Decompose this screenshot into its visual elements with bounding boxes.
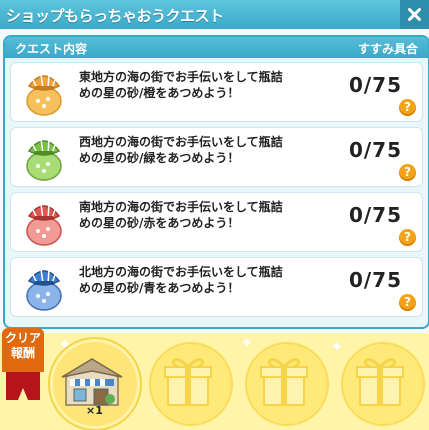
reward-label-line2: 報酬	[10, 346, 35, 360]
star-sand-bag-icon	[26, 203, 62, 246]
help-icon[interactable]: ?	[399, 164, 416, 181]
reward-label-line1: クリア	[4, 331, 41, 345]
help-icon[interactable]: ?	[399, 99, 416, 116]
quest-row: 西地方の海の街でお手伝いをして瓶詰めの星の砂/緑をあつめよう！ 0/75 ?	[10, 127, 423, 187]
gift-icon	[164, 358, 212, 406]
reward-slot-locked	[242, 339, 332, 429]
clear-reward-label: クリア 報酬	[0, 322, 46, 412]
quest-text: 東地方の海の街でお手伝いをして瓶詰めの星の砂/橙をあつめよう！	[79, 70, 283, 100]
quest-progress: 0/75	[348, 138, 402, 162]
quest-text: 北地方の海の街でお手伝いをして瓶詰めの星の砂/青をあつめよう！	[79, 265, 283, 295]
star-sand-bag-icon	[26, 138, 62, 181]
quest-text: 西地方の海の街でお手伝いをして瓶詰めの星の砂/緑をあつめよう！	[79, 135, 283, 165]
window-title: ショップもらっちゃおうクエスト	[6, 7, 224, 25]
quest-progress: 0/75	[348, 268, 402, 292]
quest-progress: 0/75	[348, 73, 402, 97]
quest-row: 北地方の海の街でお手伝いをして瓶詰めの星の砂/青をあつめよう！ 0/75 ?	[10, 257, 423, 317]
quest-progress: 0/75	[348, 203, 402, 227]
star-sand-bag-icon	[26, 73, 62, 116]
reward-quantity: ×1	[86, 404, 103, 417]
header-quest-content: クエスト内容	[15, 42, 88, 56]
header-progress: すすみ具合	[357, 42, 418, 56]
help-icon[interactable]: ?	[399, 229, 416, 246]
quest-row: 南地方の海の街でお手伝いをして瓶詰めの星の砂/赤をあつめよう！ 0/75 ?	[10, 192, 423, 252]
star-sand-bag-icon	[26, 268, 62, 311]
close-icon[interactable]	[400, 0, 429, 29]
help-icon[interactable]: ?	[399, 294, 416, 311]
quest-row: 東地方の海の街でお手伝いをして瓶詰めの星の砂/橙をあつめよう！ 0/75 ?	[10, 62, 423, 122]
quest-panel: クエスト内容 すすみ具合 東地方の海の街でお手伝いをして瓶詰めの星の砂/橙をあつ…	[3, 35, 429, 329]
gift-icon	[356, 358, 404, 406]
quest-text: 南地方の海の街でお手伝いをして瓶詰めの星の砂/赤をあつめよう！	[79, 200, 283, 230]
reward-slot-locked	[338, 339, 428, 429]
reward-slot-locked	[146, 339, 236, 429]
quest-header: クエスト内容 すすみ具合	[5, 37, 428, 58]
gift-icon	[260, 358, 308, 406]
title-bar: ショップもらっちゃおうクエスト	[0, 0, 429, 29]
